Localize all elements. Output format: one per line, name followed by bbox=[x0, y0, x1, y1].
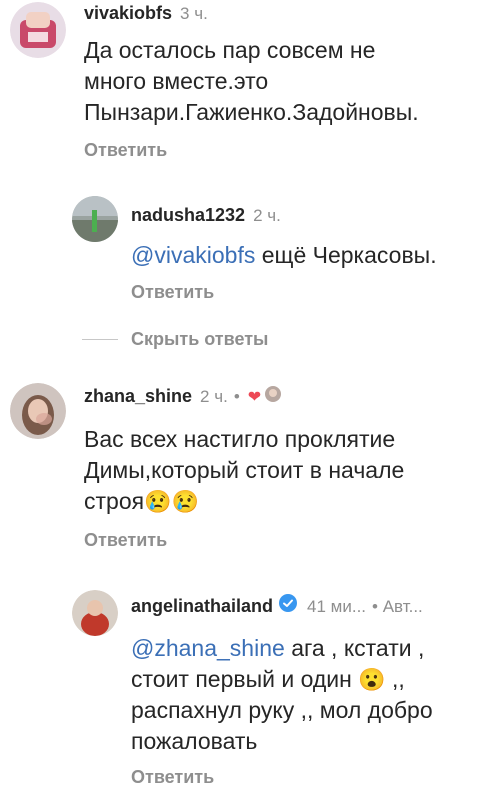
avatar-nadusha1232[interactable] bbox=[72, 196, 118, 242]
crying-emoji: 😢😢 bbox=[144, 489, 199, 514]
author-liked-avatar-icon bbox=[265, 386, 282, 402]
reply-button[interactable]: Ответить bbox=[84, 140, 167, 161]
mention-link[interactable]: @zhana_shine bbox=[131, 635, 285, 661]
avatar-angelinathailand[interactable] bbox=[72, 590, 118, 636]
comment-text-fragment: ага , кстати , bbox=[291, 635, 425, 661]
comment-text-line: Да осталось пар совсем не bbox=[84, 37, 376, 63]
username[interactable]: nadusha1232 bbox=[131, 205, 245, 226]
comment-text-fragment: стоит первый и один bbox=[131, 666, 352, 692]
reply-button[interactable]: Ответить bbox=[84, 530, 167, 551]
surprised-emoji: 😮 bbox=[358, 667, 386, 692]
verified-badge-icon bbox=[279, 594, 298, 612]
comment-text-line: Пынзари.Гажиенко.Задойновы. bbox=[84, 99, 419, 125]
hide-replies-button[interactable]: Скрыть ответы bbox=[131, 329, 268, 350]
comment-text-line: стоит первый и один 😮 ,, bbox=[131, 664, 433, 695]
comment-text-line: строя😢😢 bbox=[84, 486, 404, 517]
avatar-vivakiobfs[interactable] bbox=[10, 2, 66, 58]
timestamp: 41 ми... bbox=[307, 597, 367, 616]
username[interactable]: vivakiobfs bbox=[84, 3, 172, 24]
author-tag: • Авт... bbox=[372, 597, 423, 616]
mention-link[interactable]: @vivakiobfs bbox=[131, 242, 255, 268]
separator-dot: • bbox=[233, 387, 240, 406]
avatar-zhana_shine[interactable] bbox=[10, 383, 66, 439]
reply-button[interactable]: Ответить bbox=[131, 767, 214, 788]
timestamp: 3 ч. bbox=[180, 4, 208, 23]
comment-text-line: @zhana_shine ага , кстати , bbox=[131, 633, 433, 664]
comment-text-line: пожаловать bbox=[131, 728, 258, 754]
username[interactable]: zhana_shine bbox=[84, 386, 192, 407]
hide-replies-divider bbox=[82, 339, 118, 340]
comment-text: @zhana_shine ага , кстати , стоит первый… bbox=[131, 633, 433, 757]
heart-icon[interactable]: ❤ bbox=[248, 387, 261, 407]
comment-text: Вас всех настигло проклятие Димы,который… bbox=[84, 424, 404, 517]
username[interactable]: angelinathailand bbox=[131, 596, 273, 617]
comment-text-line: много вместе.это bbox=[84, 68, 269, 94]
comment-text-line: Димы,который стоит в начале bbox=[84, 457, 405, 483]
comment-text: Да осталось пар совсем не много вместе.э… bbox=[84, 35, 419, 128]
timestamp: 2 ч. bbox=[200, 387, 228, 406]
comment-text-line: Вас всех настигло проклятие bbox=[84, 426, 396, 452]
comment-text-fragment: строя bbox=[84, 488, 145, 514]
comment-text-rest: ещё Черкасовы. bbox=[261, 242, 437, 268]
comment-text: @vivakiobfs ещё Черкасовы. bbox=[131, 240, 437, 271]
comment-text-fragment: ,, bbox=[392, 666, 405, 692]
timestamp: 2 ч. bbox=[253, 206, 281, 225]
reply-button[interactable]: Ответить bbox=[131, 282, 214, 303]
comment-text-line: распахнул руку ,, мол добро bbox=[131, 697, 433, 723]
